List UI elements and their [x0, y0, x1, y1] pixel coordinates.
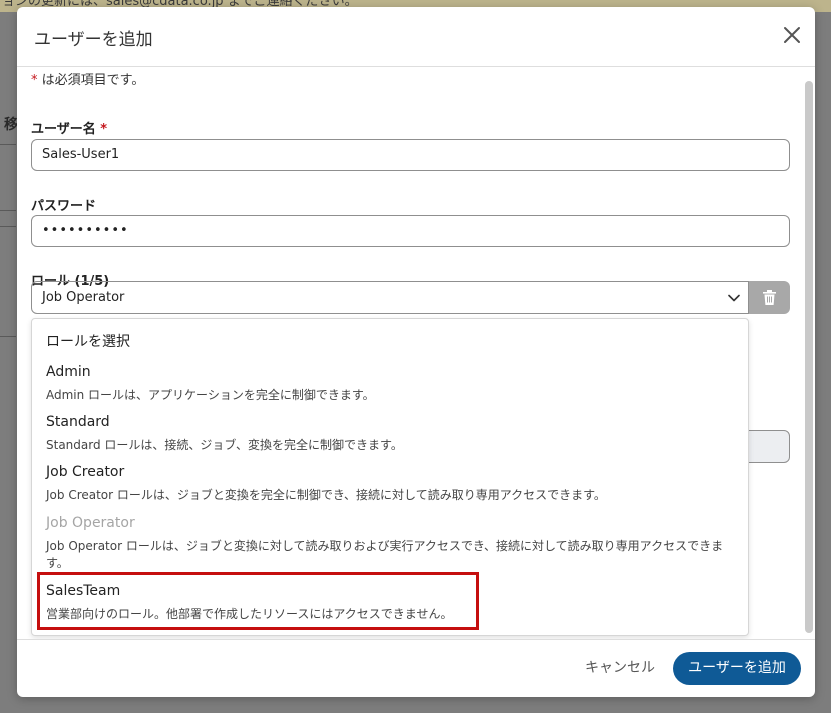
- role-option-name: Standard: [46, 414, 110, 430]
- required-note: * は必須項目です。: [31, 69, 144, 88]
- role-option-name: Job Creator: [46, 464, 125, 480]
- dialog-title: ユーザーを追加: [34, 30, 153, 50]
- username-label: ユーザー名 *: [31, 118, 107, 137]
- role-option-job-operator: Job Operator Job Operator ロールは、ジョブと変換に対し…: [32, 515, 748, 573]
- role-select[interactable]: Job Operator: [31, 281, 749, 314]
- trash-icon: [763, 290, 776, 305]
- role-option-description: Admin ロールは、アプリケーションを完全に制御できます。: [46, 388, 375, 402]
- role-option-description: Job Creator ロールは、ジョブと変換を完全に制御でき、接続に対して読み…: [46, 488, 606, 502]
- close-button[interactable]: [781, 24, 803, 46]
- close-icon: [784, 27, 800, 43]
- role-option-job-creator[interactable]: Job Creator Job Creator ロールは、ジョブと変換を完全に制…: [32, 464, 748, 510]
- role-dropdown-menu: ロールを選択 Admin Admin ロールは、アプリケーションを完全に制御でき…: [31, 318, 749, 636]
- dropdown-heading: ロールを選択: [46, 334, 130, 350]
- role-option-description: Job Operator ロールは、ジョブと変換に対して読み取りおよび実行アクセ…: [46, 539, 724, 570]
- dialog-body: * は必須項目です。 ユーザー名 * Sales-User1 パスワード •••…: [17, 67, 815, 639]
- role-select-value: Job Operator: [42, 290, 125, 305]
- password-label: パスワード: [31, 199, 97, 214]
- role-option-description: Standard ロールは、接続、ジョブ、変換を完全に制御できます。: [46, 438, 403, 452]
- role-option-name: Admin: [46, 364, 91, 380]
- cancel-button[interactable]: キャンセル: [572, 652, 668, 684]
- backdrop-divider: [0, 226, 16, 227]
- backdrop-divider: [0, 336, 16, 337]
- delete-role-button[interactable]: [749, 281, 790, 314]
- role-option-admin[interactable]: Admin Admin ロールは、アプリケーションを完全に制御できます。: [32, 364, 748, 410]
- role-option-standard[interactable]: Standard Standard ロールは、接続、ジョブ、変換を完全に制御でき…: [32, 414, 748, 460]
- dialog-header: ユーザーを追加: [17, 7, 815, 67]
- dialog-footer: キャンセル ユーザーを追加: [17, 639, 815, 697]
- chevron-down-icon: [728, 294, 740, 302]
- username-label-text: ユーザー名: [31, 122, 96, 137]
- add-user-button[interactable]: ユーザーを追加: [673, 652, 801, 685]
- add-user-dialog: ユーザーを追加 * は必須項目です。 ユーザー名 * Sales-User1 パ…: [17, 7, 815, 697]
- password-field[interactable]: ••••••••••: [31, 215, 790, 247]
- backdrop-side-text: 移: [4, 117, 18, 133]
- required-star: *: [100, 122, 108, 137]
- backdrop-divider: [0, 144, 16, 145]
- scrollbar-thumb[interactable]: [805, 81, 813, 633]
- required-note-text: は必須項目です。: [37, 73, 145, 88]
- backdrop-divider: [0, 210, 16, 211]
- username-field[interactable]: Sales-User1: [31, 139, 790, 171]
- role-option-name: Job Operator: [46, 515, 135, 531]
- annotation-highlight-box: [37, 572, 479, 630]
